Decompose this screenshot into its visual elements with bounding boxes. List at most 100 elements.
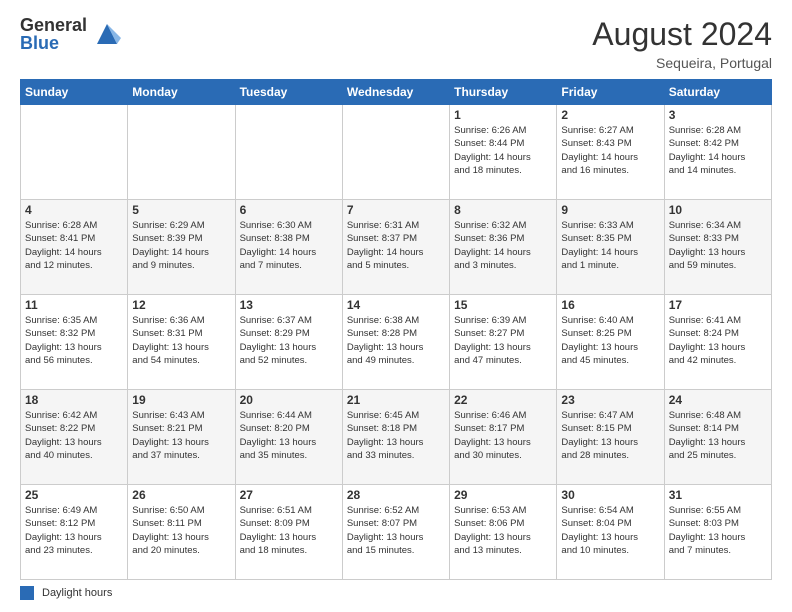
- day-number: 29: [454, 488, 552, 502]
- table-row: 5 Sunrise: 6:29 AM Sunset: 8:39 PM Daylig…: [128, 200, 235, 295]
- calendar-week-row: 1Sunrise: 6:26 AM Sunset: 8:44 PM Daylig…: [21, 105, 772, 200]
- calendar-week-row: 25 Sunrise: 6:49 AM Sunset: 8:12 PM Dayli…: [21, 485, 772, 580]
- col-wednesday: Wednesday: [342, 80, 449, 105]
- day-number: 16: [561, 298, 659, 312]
- day-number: 26: [132, 488, 230, 502]
- col-saturday: Saturday: [664, 80, 771, 105]
- table-row: 23 Sunrise: 6:47 AM Sunset: 8:15 PM Dayli…: [557, 390, 664, 485]
- day-number: 8: [454, 203, 552, 217]
- month-year: August 2024: [592, 16, 772, 53]
- day-info: Sunrise: 6:28 AM Sunset: 8:41 PM Dayligh…: [25, 219, 123, 272]
- day-info: Sunrise: 6:36 AM Sunset: 8:31 PM Dayligh…: [132, 314, 230, 367]
- calendar-week-row: 18Sunrise: 6:42 AM Sunset: 8:22 PM Dayli…: [21, 390, 772, 485]
- table-row: 16Sunrise: 6:40 AM Sunset: 8:25 PM Dayli…: [557, 295, 664, 390]
- table-row: [342, 105, 449, 200]
- day-info: Sunrise: 6:50 AM Sunset: 8:11 PM Dayligh…: [132, 504, 230, 557]
- location: Sequeira, Portugal: [592, 55, 772, 71]
- table-row: 8 Sunrise: 6:32 AM Sunset: 8:36 PM Daylig…: [450, 200, 557, 295]
- day-info: Sunrise: 6:29 AM Sunset: 8:39 PM Dayligh…: [132, 219, 230, 272]
- table-row: 24Sunrise: 6:48 AM Sunset: 8:14 PM Dayli…: [664, 390, 771, 485]
- day-number: 1: [454, 108, 552, 122]
- day-info: Sunrise: 6:49 AM Sunset: 8:12 PM Dayligh…: [25, 504, 123, 557]
- day-info: Sunrise: 6:55 AM Sunset: 8:03 PM Dayligh…: [669, 504, 767, 557]
- table-row: 11Sunrise: 6:35 AM Sunset: 8:32 PM Dayli…: [21, 295, 128, 390]
- table-row: 15 Sunrise: 6:39 AM Sunset: 8:27 PM Dayli…: [450, 295, 557, 390]
- day-info: Sunrise: 6:28 AM Sunset: 8:42 PM Dayligh…: [669, 124, 767, 177]
- day-number: 15: [454, 298, 552, 312]
- day-number: 14: [347, 298, 445, 312]
- day-number: 25: [25, 488, 123, 502]
- day-info: Sunrise: 6:48 AM Sunset: 8:14 PM Dayligh…: [669, 409, 767, 462]
- day-info: Sunrise: 6:33 AM Sunset: 8:35 PM Dayligh…: [561, 219, 659, 272]
- day-number: 22: [454, 393, 552, 407]
- page: General Blue August 2024 Sequeira, Portu…: [0, 0, 792, 612]
- table-row: 29 Sunrise: 6:53 AM Sunset: 8:06 PM Dayli…: [450, 485, 557, 580]
- table-row: 1Sunrise: 6:26 AM Sunset: 8:44 PM Daylig…: [450, 105, 557, 200]
- logo-general: General: [20, 16, 87, 34]
- day-number: 18: [25, 393, 123, 407]
- day-number: 12: [132, 298, 230, 312]
- day-number: 11: [25, 298, 123, 312]
- table-row: 21Sunrise: 6:45 AM Sunset: 8:18 PM Dayli…: [342, 390, 449, 485]
- table-row: 12 Sunrise: 6:36 AM Sunset: 8:31 PM Dayli…: [128, 295, 235, 390]
- table-row: 22 Sunrise: 6:46 AM Sunset: 8:17 PM Dayli…: [450, 390, 557, 485]
- calendar-table: Sunday Monday Tuesday Wednesday Thursday…: [20, 79, 772, 580]
- logo-icon: [93, 20, 121, 48]
- day-info: Sunrise: 6:47 AM Sunset: 8:15 PM Dayligh…: [561, 409, 659, 462]
- col-thursday: Thursday: [450, 80, 557, 105]
- day-number: 19: [132, 393, 230, 407]
- day-number: 9: [561, 203, 659, 217]
- day-info: Sunrise: 6:51 AM Sunset: 8:09 PM Dayligh…: [240, 504, 338, 557]
- footer: Daylight hours: [20, 586, 772, 600]
- day-info: Sunrise: 6:44 AM Sunset: 8:20 PM Dayligh…: [240, 409, 338, 462]
- day-info: Sunrise: 6:38 AM Sunset: 8:28 PM Dayligh…: [347, 314, 445, 367]
- day-info: Sunrise: 6:37 AM Sunset: 8:29 PM Dayligh…: [240, 314, 338, 367]
- day-info: Sunrise: 6:41 AM Sunset: 8:24 PM Dayligh…: [669, 314, 767, 367]
- day-number: 13: [240, 298, 338, 312]
- table-row: 25 Sunrise: 6:49 AM Sunset: 8:12 PM Dayli…: [21, 485, 128, 580]
- day-number: 2: [561, 108, 659, 122]
- header: General Blue August 2024 Sequeira, Portu…: [20, 16, 772, 71]
- day-number: 20: [240, 393, 338, 407]
- table-row: 7Sunrise: 6:31 AM Sunset: 8:37 PM Daylig…: [342, 200, 449, 295]
- table-row: 10Sunrise: 6:34 AM Sunset: 8:33 PM Dayli…: [664, 200, 771, 295]
- day-info: Sunrise: 6:46 AM Sunset: 8:17 PM Dayligh…: [454, 409, 552, 462]
- day-info: Sunrise: 6:34 AM Sunset: 8:33 PM Dayligh…: [669, 219, 767, 272]
- calendar-week-row: 4Sunrise: 6:28 AM Sunset: 8:41 PM Daylig…: [21, 200, 772, 295]
- day-info: Sunrise: 6:31 AM Sunset: 8:37 PM Dayligh…: [347, 219, 445, 272]
- col-sunday: Sunday: [21, 80, 128, 105]
- day-info: Sunrise: 6:52 AM Sunset: 8:07 PM Dayligh…: [347, 504, 445, 557]
- day-number: 27: [240, 488, 338, 502]
- day-number: 30: [561, 488, 659, 502]
- day-info: Sunrise: 6:27 AM Sunset: 8:43 PM Dayligh…: [561, 124, 659, 177]
- day-number: 17: [669, 298, 767, 312]
- table-row: 31 Sunrise: 6:55 AM Sunset: 8:03 PM Dayli…: [664, 485, 771, 580]
- logo: General Blue: [20, 16, 121, 52]
- table-row: 2 Sunrise: 6:27 AM Sunset: 8:43 PM Daylig…: [557, 105, 664, 200]
- day-info: Sunrise: 6:32 AM Sunset: 8:36 PM Dayligh…: [454, 219, 552, 272]
- day-number: 31: [669, 488, 767, 502]
- day-info: Sunrise: 6:53 AM Sunset: 8:06 PM Dayligh…: [454, 504, 552, 557]
- day-number: 5: [132, 203, 230, 217]
- day-number: 3: [669, 108, 767, 122]
- table-row: 30 Sunrise: 6:54 AM Sunset: 8:04 PM Dayli…: [557, 485, 664, 580]
- calendar-week-row: 11Sunrise: 6:35 AM Sunset: 8:32 PM Dayli…: [21, 295, 772, 390]
- day-number: 23: [561, 393, 659, 407]
- table-row: [235, 105, 342, 200]
- table-row: 19Sunrise: 6:43 AM Sunset: 8:21 PM Dayli…: [128, 390, 235, 485]
- table-row: [21, 105, 128, 200]
- table-row: 14 Sunrise: 6:38 AM Sunset: 8:28 PM Dayli…: [342, 295, 449, 390]
- col-tuesday: Tuesday: [235, 80, 342, 105]
- title-block: August 2024 Sequeira, Portugal: [592, 16, 772, 71]
- table-row: 18Sunrise: 6:42 AM Sunset: 8:22 PM Dayli…: [21, 390, 128, 485]
- day-info: Sunrise: 6:39 AM Sunset: 8:27 PM Dayligh…: [454, 314, 552, 367]
- day-info: Sunrise: 6:54 AM Sunset: 8:04 PM Dayligh…: [561, 504, 659, 557]
- col-friday: Friday: [557, 80, 664, 105]
- legend-color-box: [20, 586, 34, 600]
- table-row: 17 Sunrise: 6:41 AM Sunset: 8:24 PM Dayli…: [664, 295, 771, 390]
- day-number: 6: [240, 203, 338, 217]
- col-monday: Monday: [128, 80, 235, 105]
- logo-text: General Blue: [20, 16, 87, 52]
- table-row: 26 Sunrise: 6:50 AM Sunset: 8:11 PM Dayli…: [128, 485, 235, 580]
- table-row: 9 Sunrise: 6:33 AM Sunset: 8:35 PM Daylig…: [557, 200, 664, 295]
